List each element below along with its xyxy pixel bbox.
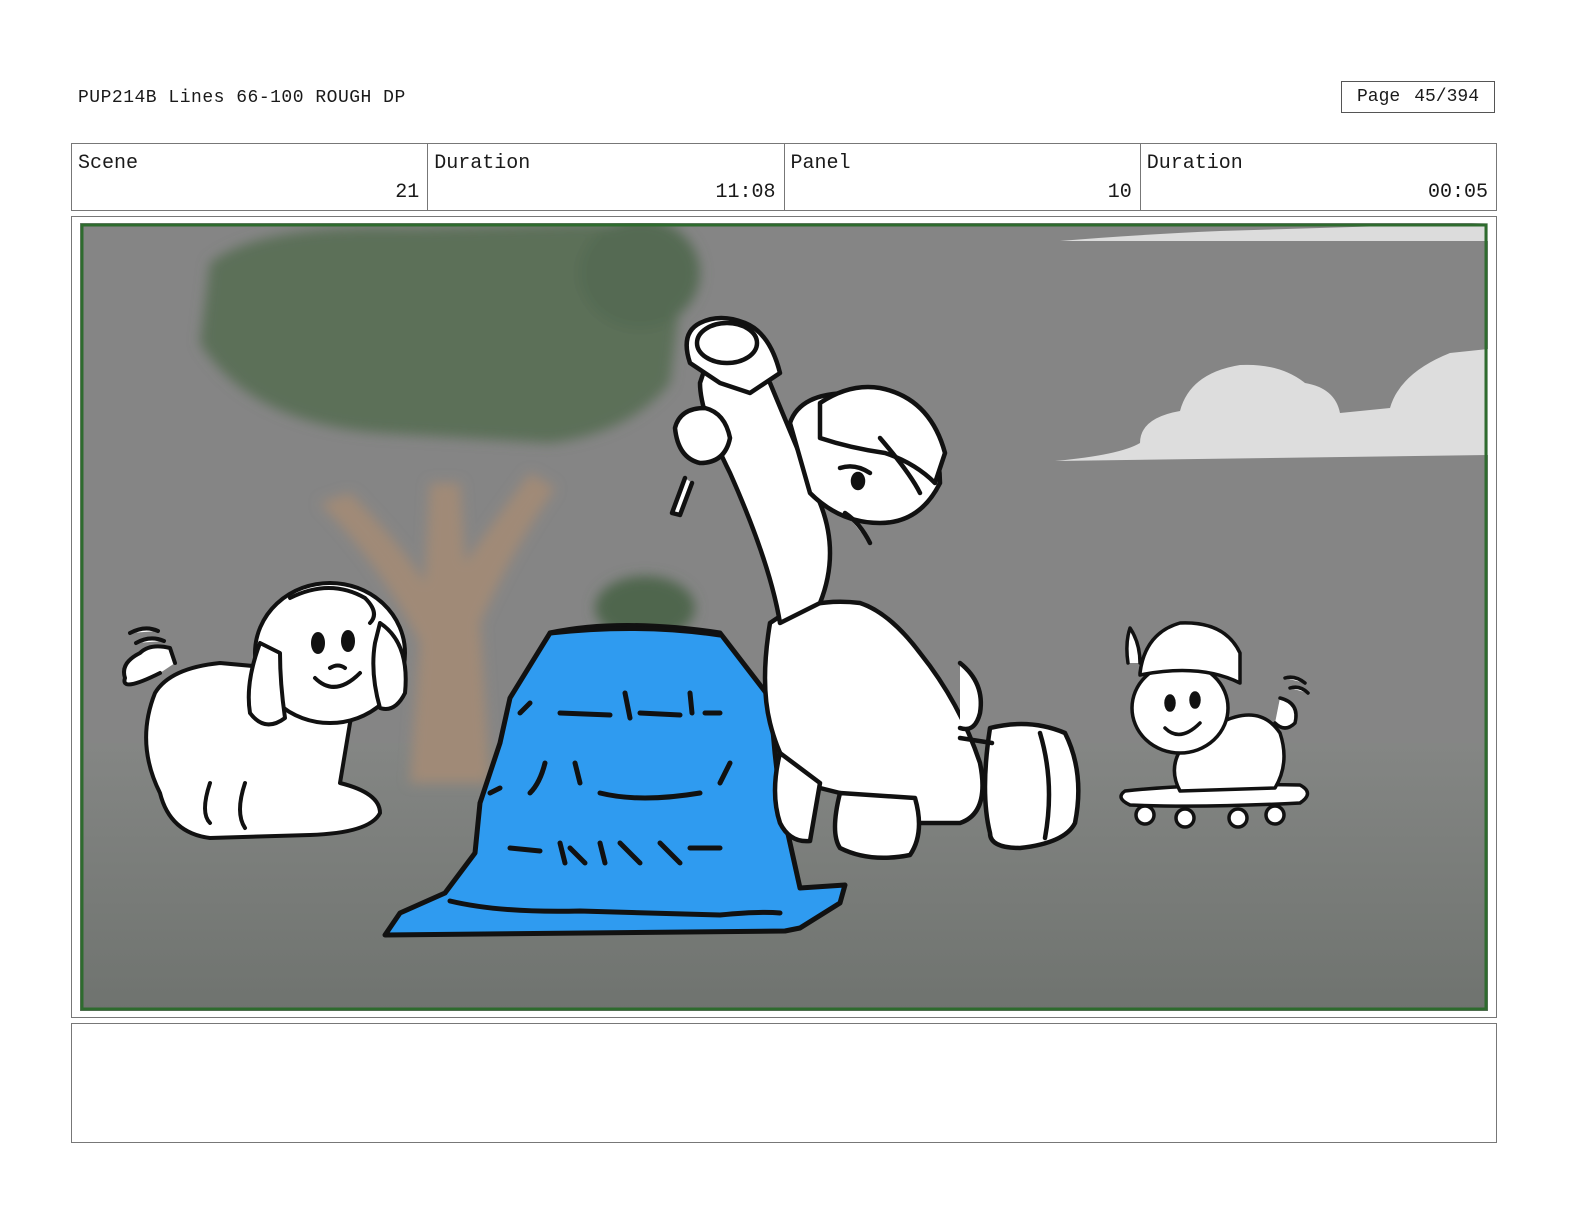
panel-cell: Panel 10 — [785, 144, 1141, 210]
storyboard-panel-image — [80, 223, 1488, 1011]
panel-label: Panel — [790, 152, 851, 175]
scene-label: Scene — [78, 152, 139, 175]
scene-number: 21 — [395, 181, 420, 204]
scene-duration-label: Duration — [434, 152, 531, 175]
panel-duration-label: Duration — [1146, 152, 1243, 175]
panel-number: 10 — [1107, 181, 1132, 204]
scene-cell: Scene 21 — [72, 144, 429, 210]
scene-info-table: Scene 21 Duration 11:08 Panel 10 Duratio… — [71, 143, 1497, 211]
panel-notes-box — [71, 1023, 1497, 1143]
document-title: PUP214B Lines 66-100 ROUGH DP — [78, 88, 406, 108]
panel-duration-cell: Duration 00:05 — [1141, 144, 1496, 210]
scene-duration-value: 11:08 — [715, 181, 776, 204]
page-label: Page — [1356, 87, 1401, 107]
storyboard-panel-frame — [71, 216, 1497, 1018]
page-number: 45/394 — [1414, 87, 1480, 107]
panel-duration-value: 00:05 — [1427, 181, 1488, 204]
page-indicator: Page 45/394 — [1341, 81, 1495, 113]
scene-duration-cell: Duration 11:08 — [428, 144, 785, 210]
